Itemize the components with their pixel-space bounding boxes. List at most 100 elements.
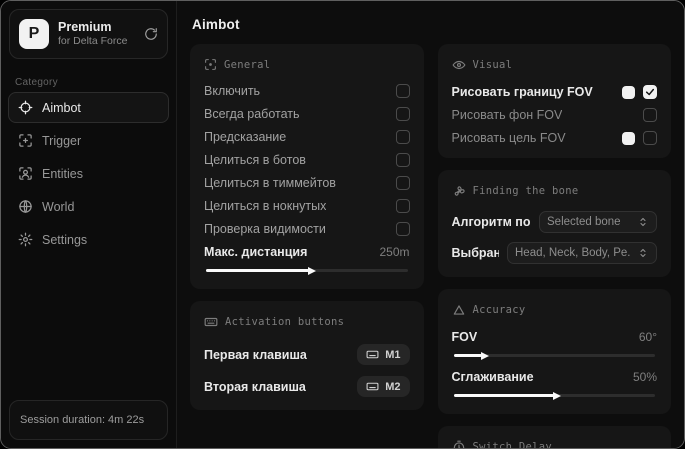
person-scan-icon <box>18 166 33 181</box>
setting-row: Проверка видимости <box>204 222 410 236</box>
sidebar-item-settings[interactable]: Settings <box>8 224 169 255</box>
scan-icon <box>204 58 217 71</box>
setting-label: Включить <box>204 84 261 98</box>
setting-label: Выбранные кос <box>451 246 500 260</box>
slider-label: Сглаживание <box>451 370 534 384</box>
keybind-row: Вторая клавиша M2 <box>204 376 410 397</box>
slider-value: 60° <box>638 330 657 344</box>
setting-label: Целиться в ботов <box>204 153 306 167</box>
setting-row: Предсказание <box>204 130 410 144</box>
setting-label: Целиться в нокнутых <box>204 199 327 213</box>
sidebar-item-trigger[interactable]: Trigger <box>8 125 169 156</box>
setting-label: Рисовать фон FOV <box>451 108 563 122</box>
section-title: Finding the bone <box>472 185 579 197</box>
category-label: Category <box>15 77 58 88</box>
slider-row: FOV 60° <box>452 330 658 344</box>
setting-row: Алгоритм поиска кост Selected bone <box>451 211 657 233</box>
slider-thumb[interactable] <box>553 391 562 400</box>
chevrons-up-down-icon <box>640 248 646 258</box>
color-swatch[interactable] <box>622 131 635 145</box>
setting-row: Целиться в нокнутых <box>204 199 410 213</box>
sync-icon[interactable] <box>144 27 158 41</box>
general-card: General Включить Всегда работать Предска… <box>190 44 424 289</box>
setting-label: Рисовать цель FOV <box>451 131 566 145</box>
bone-icon <box>452 184 466 198</box>
session-duration: Session duration: 4m 22s <box>9 400 168 440</box>
keybind-button-m1[interactable]: M1 <box>357 344 410 365</box>
selected-bones-select[interactable]: Head, Neck, Body, Pe.. <box>507 242 657 264</box>
setting-row: Целиться в тиммейтов <box>204 176 410 190</box>
max-distance-slider[interactable] <box>206 266 408 275</box>
setting-row: Рисовать цель FOV <box>451 131 657 145</box>
slider-value: 50% <box>632 370 657 384</box>
visual-card: Visual Рисовать границу FOV Рисовать фон… <box>437 44 671 158</box>
brand-logo: P <box>19 19 49 49</box>
section-title: Visual <box>472 59 513 71</box>
globe-icon <box>18 199 33 214</box>
crosshair-icon <box>18 100 33 115</box>
smoothing-slider[interactable] <box>453 391 655 400</box>
slider-label: Макс. дистанция <box>204 245 308 259</box>
accuracy-card: Accuracy FOV 60° Сглаживание 50% <box>437 289 671 414</box>
switch-delay-card: Switch Delay Задержка переключения Задер… <box>437 426 671 448</box>
slider-thumb[interactable] <box>307 266 316 275</box>
slider-value: 250m <box>379 245 410 259</box>
keybind-button-m2[interactable]: M2 <box>357 376 410 397</box>
setting-label: Предсказание <box>204 130 287 144</box>
setting-row: Всегда работать <box>204 107 410 121</box>
activation-card: Activation buttons Первая клавиша M1 Вто… <box>190 301 424 410</box>
checkbox[interactable] <box>395 222 410 236</box>
finding-bone-card: Finding the bone Алгоритм поиска кост Se… <box>437 170 671 277</box>
timer-icon <box>452 440 466 448</box>
fov-slider[interactable] <box>453 351 655 360</box>
color-swatch[interactable] <box>622 85 635 99</box>
section-title: Activation buttons <box>225 316 345 328</box>
bone-algorithm-select[interactable]: Selected bone <box>539 211 657 233</box>
sidebar-item-entities[interactable]: Entities <box>8 158 169 189</box>
setting-row: Выбранные кос Head, Neck, Body, Pe.. <box>451 242 657 264</box>
slider-row: Макс. дистанция 250m <box>204 245 410 259</box>
checkbox[interactable] <box>395 84 410 98</box>
setting-label: Алгоритм поиска кост <box>451 215 532 229</box>
keybind-row: Первая клавиша M1 <box>204 344 410 365</box>
checkbox[interactable] <box>395 199 410 213</box>
section-title: Accuracy <box>472 304 526 316</box>
checkbox[interactable] <box>395 130 410 144</box>
eye-icon <box>451 58 466 72</box>
check-icon <box>645 88 655 96</box>
left-column: General Включить Всегда работать Предска… <box>190 44 424 410</box>
checkbox[interactable] <box>643 108 657 122</box>
keyboard-icon <box>366 380 379 393</box>
sidebar: P Premium for Delta Force Category Aimbo… <box>1 1 177 448</box>
sidebar-item-world[interactable]: World <box>8 191 169 222</box>
section-title: General <box>224 58 271 71</box>
page-title: Aimbot <box>192 17 240 32</box>
keybind-label: Вторая клавиша <box>204 379 306 394</box>
slider-label: FOV <box>451 330 478 344</box>
triangle-icon <box>452 303 466 317</box>
checkbox[interactable] <box>395 176 410 190</box>
setting-row: Целиться в ботов <box>204 153 410 167</box>
right-column: Visual Рисовать границу FOV Рисовать фон… <box>437 44 671 448</box>
setting-label: Целиться в тиммейтов <box>204 176 336 190</box>
checkbox[interactable] <box>643 85 657 99</box>
app-window: P Premium for Delta Force Category Aimbo… <box>0 0 685 449</box>
slider-thumb[interactable] <box>480 351 489 360</box>
setting-row: Рисовать фон FOV <box>451 108 657 122</box>
setting-label: Рисовать границу FOV <box>451 85 593 99</box>
section-title: Switch Delay <box>472 441 552 448</box>
brand-subtitle: for Delta Force <box>58 35 128 48</box>
checkbox[interactable] <box>395 153 410 167</box>
setting-row: Включить <box>204 84 410 98</box>
checkbox[interactable] <box>395 107 410 121</box>
chevrons-up-down-icon <box>640 217 646 227</box>
sidebar-item-label: Aimbot <box>42 100 81 115</box>
trigger-scan-icon <box>18 133 33 148</box>
keyboard-icon <box>204 315 218 329</box>
sidebar-item-label: Settings <box>42 232 88 247</box>
keyboard-icon <box>366 348 379 361</box>
gear-icon <box>18 232 33 247</box>
sidebar-item-aimbot[interactable]: Aimbot <box>8 92 169 123</box>
main-content: Aimbot General Включить Всегда работать … <box>177 1 684 448</box>
checkbox[interactable] <box>643 131 657 145</box>
